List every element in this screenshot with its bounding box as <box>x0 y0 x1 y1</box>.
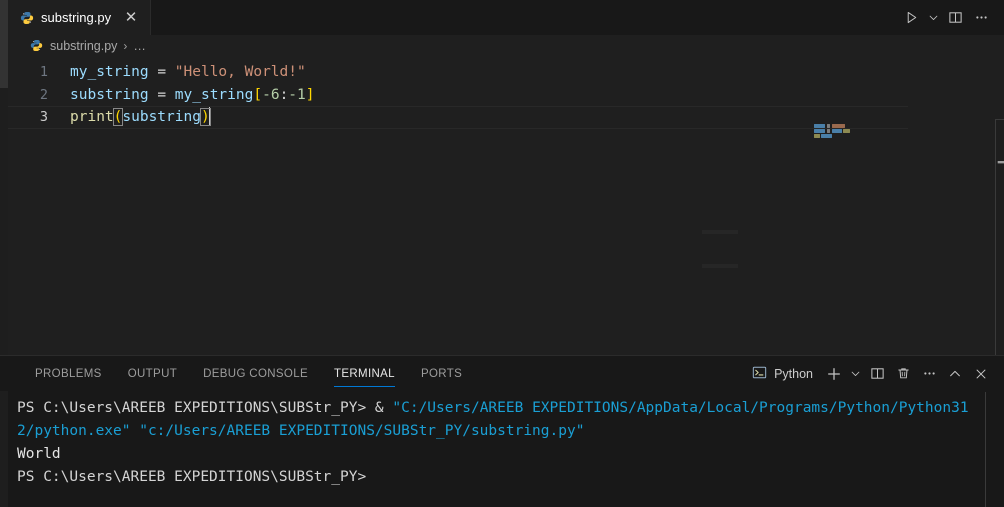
panel-tab-debug-console[interactable]: DEBUG CONSOLE <box>190 356 321 391</box>
breadcrumb-file[interactable]: substring.py <box>50 39 117 53</box>
line-number: 1 <box>39 64 48 80</box>
maximize-panel-button[interactable] <box>942 360 968 388</box>
code-text: print(substring) <box>70 106 211 129</box>
close-icon[interactable]: ✕ <box>122 9 140 27</box>
terminal-line: World <box>17 443 977 466</box>
editor-tab-substring-py[interactable]: substring.py ✕ <box>8 0 152 35</box>
code-text: my_string = "Hello, World!" <box>70 61 306 84</box>
terminal-icon <box>752 365 767 383</box>
code-token: my_string <box>70 64 149 80</box>
code-text: substring = my_string[-6:-1] <box>70 84 315 107</box>
code-token: = <box>157 86 167 103</box>
code-token: : <box>279 86 289 103</box>
code-token: -6 <box>262 86 280 103</box>
panel-tab-label: TERMINAL <box>333 367 395 380</box>
bottom-panel: PROBLEMS OUTPUT DEBUG CONSOLE TERMINAL PORTS… <box>0 355 1004 507</box>
code-token: = <box>157 64 167 80</box>
python-file-icon <box>20 11 34 25</box>
terminal-text: PS C:\Users\AREEB EXPEDITIONS\SUBStr_PY> <box>17 469 367 485</box>
breadcrumb-symbol[interactable]: … <box>133 39 146 53</box>
new-terminal-button[interactable] <box>821 360 847 388</box>
editor-tab-label: substring.py <box>41 10 112 25</box>
terminal-right-divider <box>985 392 986 507</box>
activity-bar-edge-lower <box>0 88 8 355</box>
panel-tabs: PROBLEMS OUTPUT DEBUG CONSOLE TERMINAL PORTS <box>0 356 475 391</box>
active-terminal-chip[interactable]: Python <box>748 360 821 388</box>
text-cursor <box>208 107 211 125</box>
code-line[interactable]: 3 print(substring) <box>8 106 908 129</box>
code-line[interactable]: 1 my_string = "Hello, World!" <box>8 61 908 84</box>
panel-tab-ports[interactable]: PORTS <box>408 356 475 391</box>
minimap-shadow-row <box>702 264 738 268</box>
panel-more-actions-button[interactable] <box>916 360 942 388</box>
panel-header: PROBLEMS OUTPUT DEBUG CONSOLE TERMINAL PORTS… <box>0 356 1004 391</box>
panel-tab-label: OUTPUT <box>127 367 178 380</box>
code-token: my_string <box>174 86 254 103</box>
run-python-file-button[interactable] <box>898 3 924 33</box>
code-line[interactable]: 2 substring = my_string[-6:-1] <box>8 84 908 107</box>
line-number: 2 <box>39 86 48 103</box>
panel-actions: Python <box>748 356 994 391</box>
split-terminal-button[interactable] <box>864 360 890 388</box>
panel-tab-label: DEBUG CONSOLE <box>203 367 308 380</box>
code-token: print <box>70 109 114 125</box>
tab-bar-spacer <box>151 0 898 35</box>
split-editor-right-button[interactable] <box>942 3 968 33</box>
terminal-kind-label: Python <box>774 366 813 381</box>
terminal-left-edge <box>0 391 8 507</box>
vscode-window: substring.py ✕ substring.py › … 1 my_str… <box>0 0 1004 507</box>
panel-tab-label: PROBLEMS <box>35 367 102 380</box>
python-file-icon <box>30 39 44 53</box>
terminal-profile-chevron-down-icon[interactable] <box>847 360 864 388</box>
panel-tab-terminal[interactable]: TERMINAL <box>321 356 408 391</box>
code-token: [ <box>253 86 263 103</box>
breadcrumb: substring.py › … <box>8 35 1004 57</box>
panel-tab-output[interactable]: OUTPUT <box>115 356 190 391</box>
code-token: substring <box>70 86 149 103</box>
code-token: substring <box>122 109 201 125</box>
minimap-shadow-row <box>702 230 738 234</box>
code-token: -1 <box>288 86 306 103</box>
code-token: ] <box>305 86 315 103</box>
terminal-text: PS C:\Users\AREEB EXPEDITIONS\SUBStr_PY>… <box>17 400 393 416</box>
overlay-widget-glyph: T <box>997 156 1004 187</box>
more-editor-actions-button[interactable] <box>968 3 994 33</box>
chevron-right-icon: › <box>123 39 128 53</box>
code-lines[interactable]: 1 my_string = "Hello, World!" 2 substring =… <box>8 61 908 129</box>
code-editor[interactable]: 1 my_string = "Hello, World!" 2 substring =… <box>8 57 1004 412</box>
code-token: "Hello, World!" <box>174 64 306 80</box>
terminal-output[interactable]: PS C:\Users\AREEB EXPEDITIONS\SUBStr_PY>… <box>17 397 977 489</box>
panel-tab-problems[interactable]: PROBLEMS <box>22 356 115 391</box>
terminal-line: PS C:\Users\AREEB EXPEDITIONS\SUBStr_PY>… <box>17 397 977 443</box>
line-number: 3 <box>39 109 48 125</box>
panel-tab-label: PORTS <box>420 367 463 380</box>
editor-tab-bar: substring.py ✕ <box>8 0 1004 35</box>
editor-actions <box>898 0 1004 35</box>
terminal-text: World <box>17 446 61 462</box>
terminal-line: PS C:\Users\AREEB EXPEDITIONS\SUBStr_PY> <box>17 466 977 489</box>
kill-terminal-button[interactable] <box>890 360 916 388</box>
close-panel-button[interactable] <box>968 360 994 388</box>
run-options-chevron-down-icon[interactable] <box>924 3 942 33</box>
terminal-body[interactable]: PS C:\Users\AREEB EXPEDITIONS\SUBStr_PY>… <box>0 391 1004 507</box>
